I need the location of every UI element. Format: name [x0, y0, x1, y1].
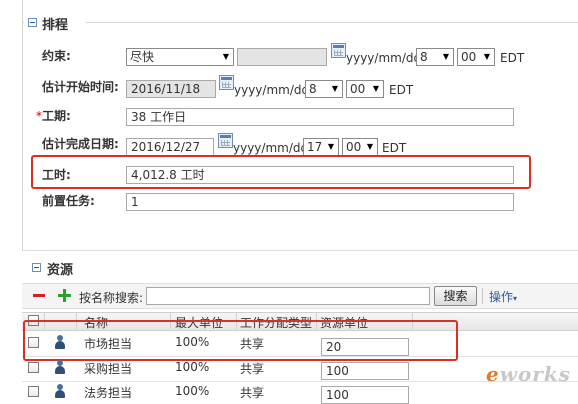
resource-assign-type: 共享 [240, 386, 265, 400]
resource-max-units: 100% [175, 360, 210, 374]
constraint-label: 约束: [42, 49, 71, 63]
predecessors-label: 前置任务: [42, 194, 95, 208]
calendar-icon[interactable] [218, 133, 233, 148]
resource-max-units: 100% [175, 384, 210, 398]
duration-label: *工期: [36, 107, 71, 124]
fieldset-top-border [22, 22, 578, 23]
est-finish-label: 估计完成日期: [42, 137, 119, 151]
collapse-icon[interactable] [32, 263, 41, 272]
constraint-date-input[interactable] [237, 48, 327, 66]
person-icon [54, 360, 66, 374]
constraint-timezone: EDT [500, 51, 525, 65]
est-start-date-format: yyyy/mm/dd [234, 83, 310, 97]
schedule-title: 排程 [42, 18, 69, 33]
resource-name: 法务担当 [84, 386, 133, 400]
est-finish-minute-value: 00 [346, 140, 362, 154]
person-icon [54, 384, 66, 398]
calendar-icon[interactable] [219, 75, 234, 90]
calendar-icon[interactable] [331, 43, 346, 58]
est-start-date-input[interactable]: 2016/11/18 [126, 80, 216, 98]
est-start-hour-value: 8 [309, 82, 317, 96]
est-finish-hour-select[interactable]: 17 ▼ [303, 138, 339, 156]
est-start-hour-select[interactable]: 8 ▼ [305, 80, 343, 98]
constraint-type-select[interactable]: 尽快 ▼ [126, 48, 234, 66]
actions-menu-label: 操作 [489, 290, 514, 304]
toolbar-separator [482, 288, 483, 304]
row-checkbox[interactable] [28, 386, 39, 397]
dropdown-arrow-icon: ▼ [442, 52, 449, 61]
constraint-hour-select[interactable]: 8 ▼ [416, 48, 454, 66]
resource-assign-type: 共享 [240, 362, 265, 376]
resources-title: 资源 [47, 263, 74, 278]
constraint-minute-value: 00 [461, 50, 477, 64]
est-start-timezone: EDT [389, 83, 414, 97]
dropdown-arrow-icon: ▼ [331, 84, 338, 93]
collapse-icon[interactable] [28, 18, 37, 27]
row-checkbox[interactable] [28, 362, 39, 373]
watermark-works: works [499, 362, 571, 386]
constraint-date-format: yyyy/mm/dd [346, 51, 422, 65]
est-start-minute-select[interactable]: 00 ▼ [346, 80, 384, 98]
search-label: 按名称搜索: [79, 291, 144, 305]
actions-menu[interactable]: 操作▾ [489, 288, 517, 305]
constraint-minute-select[interactable]: 00 ▼ [457, 48, 495, 66]
est-start-label: 估计开始时间: [42, 80, 119, 94]
row-highlight-box [23, 320, 458, 361]
section-divider [22, 250, 578, 251]
search-button[interactable]: 搜索 [434, 286, 477, 306]
resource-name: 采购担当 [84, 362, 133, 376]
add-icon[interactable] [58, 289, 71, 302]
est-finish-date-format: yyyy/mm/dd [233, 141, 309, 155]
search-input[interactable] [146, 287, 430, 305]
dropdown-arrow-icon: ▼ [327, 142, 334, 151]
constraint-hour-value: 8 [420, 50, 428, 64]
dropdown-arrow-icon: ▼ [372, 84, 379, 93]
resource-units-input[interactable]: 100 [321, 362, 409, 380]
est-finish-minute-select[interactable]: 00 ▼ [342, 138, 378, 156]
watermark-e: e [486, 362, 500, 386]
eworks-watermark-logo: eworks [486, 362, 571, 386]
remove-icon[interactable] [33, 294, 45, 297]
est-finish-timezone: EDT [382, 141, 407, 155]
predecessors-input[interactable]: 1 [126, 193, 514, 211]
constraint-type-value: 尽快 [130, 50, 155, 64]
dropdown-arrow-icon: ▼ [222, 52, 229, 61]
duration-label-text: 工期: [42, 109, 71, 123]
est-finish-date-input[interactable]: 2016/12/27 [126, 138, 214, 156]
fieldset-border [22, 0, 23, 250]
est-start-minute-value: 00 [350, 82, 366, 96]
work-input[interactable]: 4,012.8 工时 [126, 166, 514, 184]
est-finish-hour-value: 17 [307, 140, 323, 154]
dropdown-arrow-icon: ▼ [483, 52, 490, 61]
resource-units-input[interactable]: 100 [321, 386, 409, 404]
work-label: 工时: [42, 168, 71, 182]
duration-input[interactable]: 38 工作日 [126, 108, 514, 126]
chevron-down-icon: ▾ [513, 294, 518, 303]
dropdown-arrow-icon: ▼ [366, 142, 373, 151]
